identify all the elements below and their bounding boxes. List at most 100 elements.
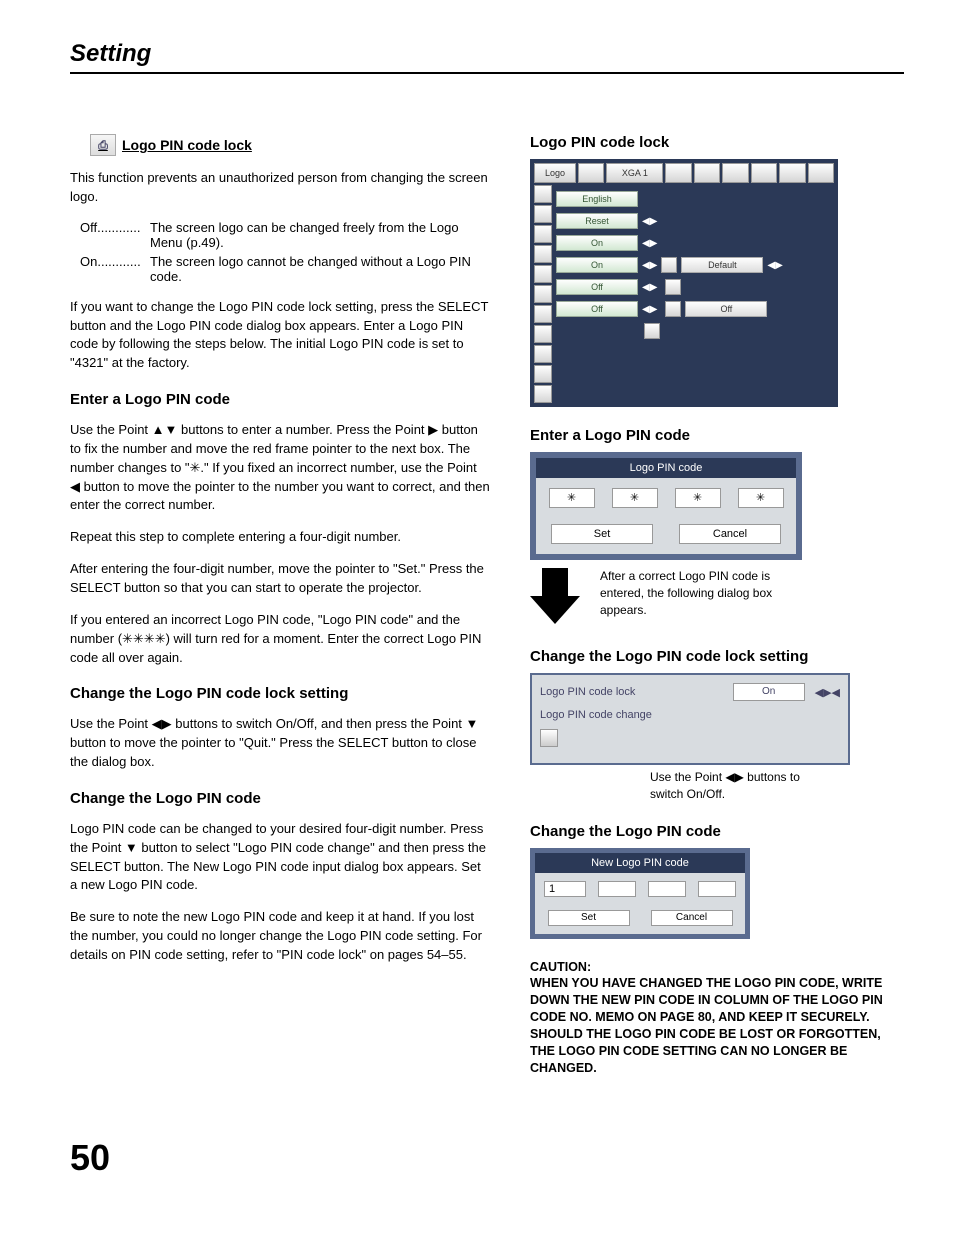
header-rule xyxy=(70,72,904,74)
arrows-icon: ◀▶ xyxy=(767,260,782,271)
opt-off-label: Off............ xyxy=(80,220,140,235)
pin-box-2: ✳ xyxy=(612,488,658,508)
arrows-icon: ◀▶ xyxy=(642,238,657,249)
caution-block: CAUTION: WHEN YOU HAVE CHANGED THE LOGO … xyxy=(530,959,904,1077)
lock-dialog-figure: Logo PIN code lock On ◀▶◀ Logo PIN code … xyxy=(530,673,904,803)
menu-tab-3 xyxy=(722,163,748,183)
two-columns: ⎙ Logo PIN code lock This function preve… xyxy=(70,134,904,1077)
menu-left-6 xyxy=(534,285,552,303)
menu-left-4 xyxy=(534,245,552,263)
menu-icon-l xyxy=(661,257,677,273)
pin-dialog-title: Logo PIN code xyxy=(536,458,796,478)
opt-on-desc: The screen logo cannot be changed withou… xyxy=(150,254,490,284)
down-arrow-block: After a correct Logo PIN code is entered… xyxy=(530,568,904,628)
page-number: 50 xyxy=(70,1137,904,1179)
menu-leftbar xyxy=(534,185,552,403)
arrows-icon: ◀▶ xyxy=(642,304,657,315)
new-pin-box-1: 1 xyxy=(544,881,586,897)
new-pin-title: New Logo PIN code xyxy=(535,853,745,873)
opt-on-label: On............ xyxy=(80,254,140,269)
menu-tab-4 xyxy=(751,163,777,183)
options-list: Off............ The screen logo can be c… xyxy=(80,220,490,284)
right-lock-heading: Logo PIN code lock xyxy=(530,134,904,151)
pin-boxes-row: ✳ ✳ ✳ ✳ xyxy=(536,478,796,518)
menu-field-off2: Off xyxy=(556,301,638,317)
enter-pin-p2: Repeat this step to complete entering a … xyxy=(70,528,490,547)
new-pin-dialog: New Logo PIN code 1 Set Cancel xyxy=(530,848,750,939)
menu-field-off3: Off xyxy=(685,301,767,317)
new-pin-boxes: 1 xyxy=(535,873,745,905)
arrows-icon: ◀▶ xyxy=(642,282,657,293)
lock-dialog: Logo PIN code lock On ◀▶◀ Logo PIN code … xyxy=(530,673,850,765)
page-header: Setting xyxy=(70,40,904,68)
lock-on-value: On xyxy=(733,683,805,701)
menu-icon-exit xyxy=(644,323,660,339)
pin-box-3: ✳ xyxy=(675,488,721,508)
arrows-icon: ◀▶ xyxy=(642,260,657,271)
pin-btns-row: Set Cancel xyxy=(536,518,796,554)
menu-tab-1 xyxy=(665,163,691,183)
menu-tab-5 xyxy=(779,163,805,183)
down-arrow-icon xyxy=(530,568,580,628)
change-code-heading: Change the Logo PIN code xyxy=(70,790,490,807)
arrows-icon: ◀▶ xyxy=(642,216,657,227)
right-column: Logo PIN code lock Logo XGA 1 xyxy=(530,134,904,1077)
menu-left-11 xyxy=(534,385,552,403)
logo-lock-icon-title: ⎙ Logo PIN code lock xyxy=(90,134,490,156)
intro-para: This function prevents an unauthorized p… xyxy=(70,169,490,207)
menu-row-on1: On ◀▶ xyxy=(556,235,832,251)
menu-field-off1: Off xyxy=(556,279,638,295)
enter-pin-heading: Enter a Logo PIN code xyxy=(70,391,490,408)
new-pin-box-3 xyxy=(648,881,686,897)
menu-icon-lock xyxy=(665,301,681,317)
new-pin-set-button: Set xyxy=(548,910,630,926)
menu-left-7 xyxy=(534,305,552,323)
arrow-caption: After a correct Logo PIN code is entered… xyxy=(600,568,790,618)
menu-field-reset: Reset xyxy=(556,213,638,229)
opt-off-desc: The screen logo can be changed freely fr… xyxy=(150,220,490,250)
change-setting-para: If you want to change the Logo PIN code … xyxy=(70,298,490,373)
change-lock-p: Use the Point ◀▶ buttons to switch On/Of… xyxy=(70,715,490,772)
left-column: ⎙ Logo PIN code lock This function preve… xyxy=(70,134,490,1077)
menu-row-off1: Off ◀▶ xyxy=(556,279,832,295)
menu-left-5 xyxy=(534,265,552,283)
menu-left-9 xyxy=(534,345,552,363)
enter-pin-p1: Use the Point ▲▼ buttons to enter a numb… xyxy=(70,421,490,515)
caution-heading: CAUTION: xyxy=(530,960,591,974)
menu-left-8 xyxy=(534,325,552,343)
menu-panel: Logo XGA 1 xyxy=(530,159,838,407)
change-lock-heading: Change the Logo PIN code lock setting xyxy=(70,685,490,702)
lock-arrows-icon: ◀▶◀ xyxy=(815,686,840,699)
lock-row1-label: Logo PIN code lock xyxy=(540,686,723,698)
lock-row2-label: Logo PIN code change xyxy=(540,709,840,721)
pin-box-4: ✳ xyxy=(738,488,784,508)
pin-dialog: Logo PIN code ✳ ✳ ✳ ✳ Set Cancel xyxy=(530,452,802,560)
menu-left-10 xyxy=(534,365,552,383)
lock-row-1: Logo PIN code lock On ◀▶◀ xyxy=(540,683,840,701)
menu-row-reset: Reset ◀▶ xyxy=(556,213,832,229)
menu-field-default: Default xyxy=(681,257,763,273)
menu-tab-icon xyxy=(578,163,604,183)
change-code-p2: Be sure to note the new Logo PIN code an… xyxy=(70,908,490,965)
new-pin-box-4 xyxy=(698,881,736,897)
menu-left-3 xyxy=(534,225,552,243)
menu-row-exit xyxy=(556,323,832,339)
menu-tab-logo: Logo xyxy=(534,163,576,183)
right-change-lock-heading: Change the Logo PIN code lock setting xyxy=(530,648,904,665)
pin-dialog-figure: Logo PIN code ✳ ✳ ✳ ✳ Set Cancel After a… xyxy=(530,452,904,628)
new-pin-cancel-button: Cancel xyxy=(651,910,733,926)
menu-tab-xga: XGA 1 xyxy=(606,163,663,183)
menu-topbar: Logo XGA 1 xyxy=(534,163,834,183)
page: Setting ⎙ Logo PIN code lock This functi… xyxy=(0,0,954,1209)
new-pin-figure: New Logo PIN code 1 Set Cancel xyxy=(530,848,904,939)
menu-field-english: English xyxy=(556,191,638,207)
menu-row-on2: On ◀▶ Default ◀▶ xyxy=(556,257,832,273)
menu-field-on2: On xyxy=(556,257,638,273)
pin-set-button: Set xyxy=(551,524,653,544)
right-enter-heading: Enter a Logo PIN code xyxy=(530,427,904,444)
enter-pin-p3: After entering the four-digit number, mo… xyxy=(70,560,490,598)
change-code-p1: Logo PIN code can be changed to your des… xyxy=(70,820,490,895)
menu-tab-2 xyxy=(694,163,720,183)
menu-body: English Reset ◀▶ On ◀▶ On xyxy=(534,185,834,403)
menu-left-2 xyxy=(534,205,552,223)
